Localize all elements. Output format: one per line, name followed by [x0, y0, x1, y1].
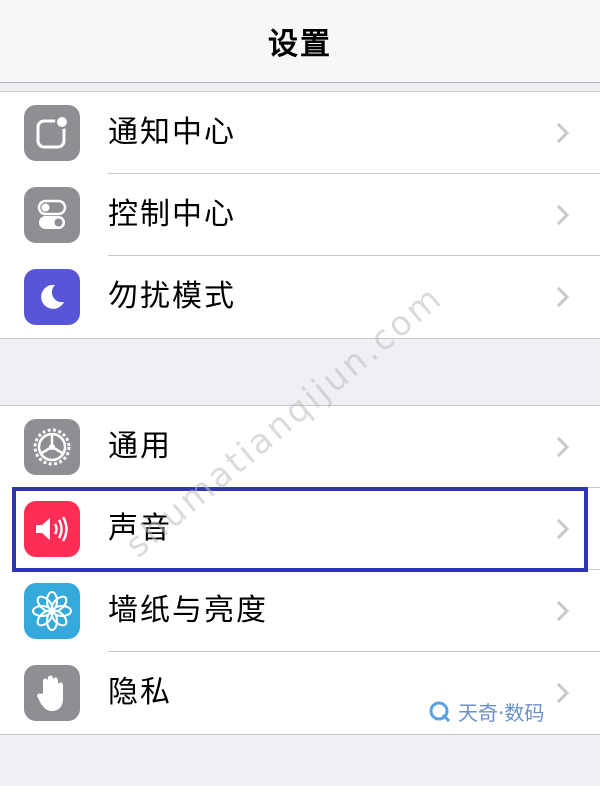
speaker-icon	[24, 501, 80, 557]
settings-row-do-not-disturb[interactable]: 勿扰模式	[0, 256, 600, 338]
row-label: 墙纸与亮度	[108, 593, 268, 628]
hand-icon	[24, 665, 80, 721]
settings-row-notification-center[interactable]: 通知中心	[0, 92, 600, 174]
control-center-icon	[24, 187, 80, 243]
gear-icon	[24, 419, 80, 475]
flower-icon	[24, 583, 80, 639]
row-label: 勿扰模式	[108, 279, 236, 314]
settings-row-privacy[interactable]: 隐私	[0, 652, 600, 734]
chevron-right-icon	[556, 436, 570, 458]
settings-group-1: 通知中心 控制中心 勿扰模式	[0, 91, 600, 339]
row-label: 隐私	[108, 675, 172, 710]
settings-row-sounds[interactable]: 声音	[0, 488, 600, 570]
row-label: 通知中心	[108, 115, 236, 150]
chevron-right-icon	[556, 204, 570, 226]
row-label: 控制中心	[108, 197, 236, 232]
chevron-right-icon	[556, 122, 570, 144]
row-label: 声音	[108, 511, 172, 546]
settings-row-control-center[interactable]: 控制中心	[0, 174, 600, 256]
chevron-right-icon	[556, 286, 570, 308]
page-title: 设置	[268, 27, 332, 62]
row-label: 通用	[108, 429, 172, 464]
chevron-right-icon	[556, 600, 570, 622]
chevron-right-icon	[556, 682, 570, 704]
settings-row-wallpaper-brightness[interactable]: 墙纸与亮度	[0, 570, 600, 652]
settings-row-general[interactable]: 通用	[0, 406, 600, 488]
navigation-bar: 设置	[0, 0, 600, 83]
chevron-right-icon	[556, 518, 570, 540]
notification-center-icon	[24, 105, 80, 161]
moon-icon	[24, 269, 80, 325]
settings-group-2: 通用 声音 墙纸与亮度 隐私	[0, 405, 600, 735]
